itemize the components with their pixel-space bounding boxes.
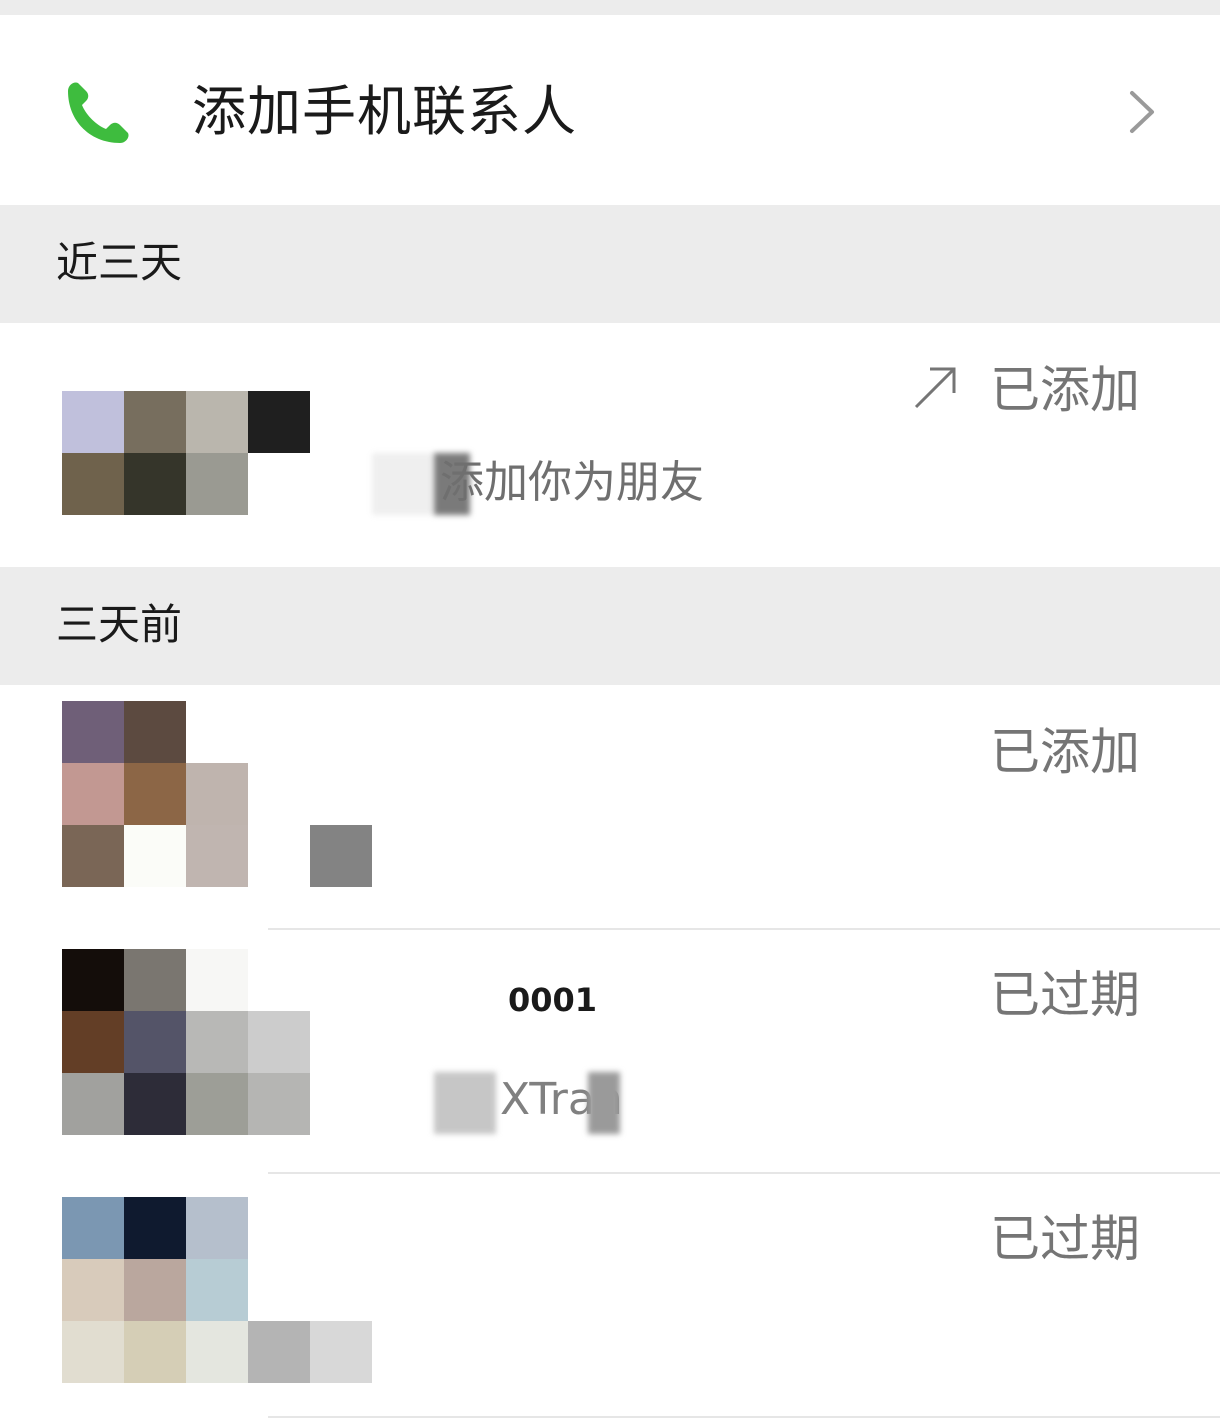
avatar-mosaic-cell	[310, 1011, 372, 1073]
friend-request-row[interactable]: 已过期 0001 XTran	[0, 930, 1220, 1172]
phone-icon	[68, 82, 129, 143]
avatar-mosaic-cell	[248, 453, 310, 515]
avatar-mosaic-cell	[124, 701, 186, 763]
avatar-mosaic-cell	[124, 949, 186, 1011]
avatar-mosaic-cell	[124, 1321, 186, 1383]
avatar	[62, 1197, 372, 1383]
avatar-mosaic-cell	[186, 1321, 248, 1383]
avatar-mosaic-cell	[248, 1321, 310, 1383]
avatar-mosaic-cell	[186, 949, 248, 1011]
row-divider	[268, 1416, 1220, 1418]
status-badge: 已过期	[990, 1210, 1140, 1268]
avatar-mosaic-cell	[310, 1321, 372, 1383]
section-header-label: 近三天	[56, 238, 183, 287]
chevron-right-icon	[1130, 91, 1154, 133]
avatar-mosaic-cell	[248, 1197, 310, 1259]
avatar-mosaic-cell	[248, 1073, 310, 1135]
avatar-mosaic-cell	[62, 1197, 124, 1259]
avatar-mosaic-cell	[310, 763, 372, 825]
add-phone-contacts-label: 添加手机联系人	[192, 80, 577, 143]
avatar-mosaic-cell	[62, 1073, 124, 1135]
avatar-mosaic-cell	[124, 391, 186, 453]
avatar-mosaic-cell	[248, 701, 310, 763]
status-badge: 已添加	[990, 361, 1140, 419]
section-header-label: 三天前	[56, 600, 183, 649]
avatar-mosaic-cell	[186, 1197, 248, 1259]
avatar-mosaic-cell	[124, 1011, 186, 1073]
avatar-mosaic-cell	[248, 949, 310, 1011]
arrow-up-right-icon	[914, 367, 956, 409]
avatar-mosaic-cell	[124, 825, 186, 887]
avatar	[62, 391, 372, 515]
avatar-mosaic-cell	[124, 453, 186, 515]
avatar-mosaic-cell	[62, 453, 124, 515]
avatar	[62, 949, 372, 1135]
avatar-mosaic-cell	[310, 1259, 372, 1321]
avatar-mosaic-cell	[248, 825, 310, 887]
add-phone-contacts-row[interactable]: 添加手机联系人	[0, 15, 1220, 205]
top-divider-strip	[0, 0, 1220, 15]
status-badge: 已添加	[990, 723, 1140, 781]
avatar-mosaic-cell	[62, 949, 124, 1011]
avatar-mosaic-cell	[124, 763, 186, 825]
avatar-mosaic-cell	[62, 1259, 124, 1321]
avatar-mosaic-cell	[186, 391, 248, 453]
avatar-mosaic-cell	[310, 701, 372, 763]
redacted-block	[588, 1072, 620, 1134]
avatar-mosaic-cell	[310, 391, 372, 453]
redacted-block	[434, 1072, 496, 1134]
avatar-mosaic-cell	[248, 763, 310, 825]
avatar-mosaic-cell	[248, 1259, 310, 1321]
avatar-mosaic-cell	[62, 1321, 124, 1383]
avatar-mosaic-cell	[310, 453, 372, 515]
avatar-mosaic-cell	[62, 1011, 124, 1073]
avatar-mosaic-cell	[310, 825, 372, 887]
friend-request-row[interactable]: 已过期	[0, 1174, 1220, 1419]
avatar-mosaic-cell	[186, 763, 248, 825]
status-badge: 已过期	[990, 966, 1140, 1024]
avatar-mosaic-cell	[186, 825, 248, 887]
contact-name: 0001	[508, 981, 598, 1019]
friend-request-row[interactable]: 已添加 添加你为朋友	[0, 323, 1220, 567]
avatar-mosaic-cell	[186, 453, 248, 515]
avatar-mosaic-cell	[248, 1011, 310, 1073]
avatar-mosaic-cell	[62, 825, 124, 887]
avatar-mosaic-cell	[62, 701, 124, 763]
section-header-older: 三天前	[0, 567, 1220, 685]
redacted-block	[372, 453, 434, 515]
avatar	[62, 701, 372, 887]
request-message: 添加你为朋友	[440, 457, 704, 508]
avatar-mosaic-cell	[124, 1197, 186, 1259]
avatar-mosaic-cell	[186, 1073, 248, 1135]
avatar-mosaic-cell	[124, 1073, 186, 1135]
avatar-mosaic-cell	[186, 1011, 248, 1073]
avatar-mosaic-cell	[248, 391, 310, 453]
avatar-mosaic-cell	[186, 1259, 248, 1321]
avatar-mosaic-cell	[310, 1073, 372, 1135]
avatar-mosaic-cell	[310, 949, 372, 1011]
avatar-mosaic-cell	[310, 1197, 372, 1259]
avatar-mosaic-cell	[186, 701, 248, 763]
avatar-mosaic-cell	[62, 391, 124, 453]
avatar-mosaic-cell	[124, 1259, 186, 1321]
avatar-mosaic-cell	[62, 763, 124, 825]
friend-request-row[interactable]: 已添加	[0, 685, 1220, 928]
new-friends-page: 添加手机联系人 近三天 已添加 添加你为朋友 三天前 已添加 已过期 0001 …	[0, 0, 1220, 1419]
section-header-recent: 近三天	[0, 205, 1220, 323]
